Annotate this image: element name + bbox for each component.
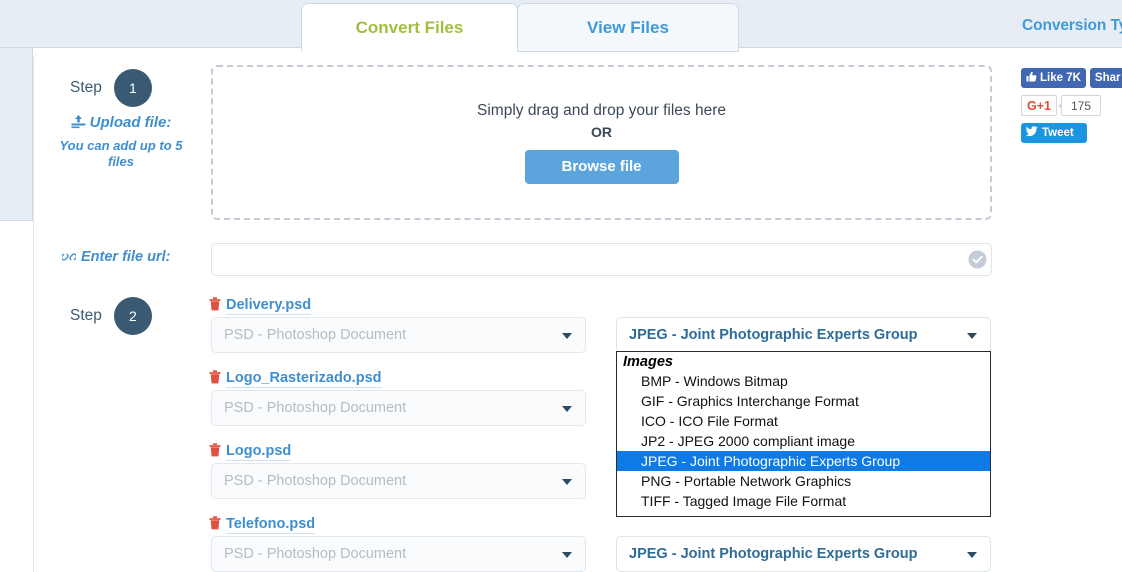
trash-icon[interactable] (209, 443, 221, 461)
file-url-input[interactable] (211, 243, 992, 276)
left-panel-background (0, 48, 33, 221)
google-plus-one-button[interactable]: G+1 (1021, 95, 1057, 116)
target-format-value: JPEG - Joint Photographic Experts Group (629, 327, 918, 343)
source-format-select-1[interactable]: PSD - Photoshop Document (211, 390, 586, 426)
conversion-type-link[interactable]: Conversion Typ (1022, 17, 1122, 35)
dropdown-option-tiff[interactable]: TIFF - Tagged Image File Format (617, 491, 990, 511)
dropdown-option-jpeg[interactable]: JPEG - Joint Photographic Experts Group (617, 451, 990, 471)
source-format-value: PSD - Photoshop Document (224, 546, 407, 562)
chevron-down-icon (967, 333, 977, 339)
tab-bar: Convert Files View Files (301, 3, 739, 52)
source-format-select-0[interactable]: PSD - Photoshop Document (211, 317, 586, 353)
page-root: Conversion Typ Convert Files View Files … (0, 0, 1122, 572)
facebook-share-button[interactable]: Shar (1089, 68, 1122, 88)
facebook-row: Like 7K Shar (1021, 68, 1122, 88)
file-url-label-text: Enter file url: (81, 249, 171, 265)
source-format-value: PSD - Photoshop Document (224, 400, 407, 416)
upload-file-label: Upload file: You can add up to 5 files (46, 113, 196, 170)
chevron-down-icon (562, 406, 572, 412)
target-format-select-3[interactable]: JPEG - Joint Photographic Experts Group (616, 536, 991, 572)
tweet-label: Tweet (1042, 127, 1074, 139)
file-name-text[interactable]: Logo.psd (226, 443, 292, 461)
chevron-down-icon (562, 552, 572, 558)
link-icon (60, 251, 78, 267)
step-2-word: Step (70, 307, 102, 324)
dropdown-option-jp2[interactable]: JP2 - JPEG 2000 compliant image (617, 431, 990, 451)
chevron-down-icon (967, 552, 977, 558)
source-format-select-3[interactable]: PSD - Photoshop Document (211, 536, 586, 572)
file-row-name[interactable]: Logo_Rasterizado.psd (209, 370, 382, 388)
trash-icon[interactable] (209, 297, 221, 315)
target-format-value: JPEG - Joint Photographic Experts Group (629, 546, 918, 562)
file-name-text[interactable]: Telefono.psd (226, 516, 316, 534)
file-dropzone[interactable]: Simply drag and drop your files here OR … (211, 65, 992, 220)
dropdown-group-label: Images (623, 354, 673, 370)
source-format-value: PSD - Photoshop Document (224, 473, 407, 489)
tweet-button[interactable]: Tweet (1021, 123, 1087, 143)
target-format-select-0[interactable]: JPEG - Joint Photographic Experts Group (616, 317, 991, 353)
upload-title: Upload file: (89, 114, 172, 131)
format-dropdown-list[interactable]: Images BMP - Windows Bitmap GIF - Graphi… (616, 351, 991, 517)
step-1-indicator: Step 1 (70, 69, 152, 107)
file-row-name[interactable]: Logo.psd (209, 443, 292, 461)
tab-view-files[interactable]: View Files (517, 3, 739, 52)
upload-icon (71, 115, 86, 135)
google-plus-row: G+1 175 (1021, 95, 1122, 116)
chevron-down-icon (562, 333, 572, 339)
tab-convert-files[interactable]: Convert Files (301, 3, 518, 52)
thumbs-up-icon (1026, 71, 1037, 85)
file-name-text[interactable]: Logo_Rasterizado.psd (226, 370, 382, 388)
step-2-number: 2 (113, 297, 152, 335)
social-buttons: Like 7K Shar G+1 175 Tweet (1021, 68, 1122, 143)
trash-icon[interactable] (209, 516, 221, 534)
google-plus-count: 175 (1057, 95, 1102, 116)
dropdown-option-tga[interactable]: TGA - Truevision Graphics Adapter (617, 511, 990, 516)
step-1-word: Step (70, 79, 102, 96)
facebook-like-label: Like 7K (1040, 72, 1081, 84)
dropdown-option-png[interactable]: PNG - Portable Network Graphics (617, 471, 990, 491)
dropzone-or-text: OR (591, 123, 612, 140)
file-url-label: Enter file url: (60, 249, 171, 267)
facebook-like-button[interactable]: Like 7K (1021, 68, 1086, 88)
step-1-number: 1 (113, 69, 152, 107)
source-format-select-2[interactable]: PSD - Photoshop Document (211, 463, 586, 499)
dropzone-instruction: Simply drag and drop your files here (477, 101, 726, 119)
file-row-name[interactable]: Telefono.psd (209, 516, 316, 534)
twitter-bird-icon (1025, 126, 1038, 140)
dropdown-option-gif[interactable]: GIF - Graphics Interchange Format (617, 391, 990, 411)
step-2-indicator: Step 2 (70, 297, 152, 335)
upload-subtitle: You can add up to 5 files (59, 138, 183, 169)
browse-file-button[interactable]: Browse file (524, 149, 679, 184)
dropdown-option-ico[interactable]: ICO - ICO File Format (617, 411, 990, 431)
url-confirm-icon[interactable] (968, 250, 987, 269)
file-name-text[interactable]: Delivery.psd (226, 297, 312, 315)
file-row-name[interactable]: Delivery.psd (209, 297, 312, 315)
trash-icon[interactable] (209, 370, 221, 388)
chevron-down-icon (562, 479, 572, 485)
source-format-value: PSD - Photoshop Document (224, 327, 407, 343)
dropdown-option-bmp[interactable]: BMP - Windows Bitmap (617, 371, 990, 391)
